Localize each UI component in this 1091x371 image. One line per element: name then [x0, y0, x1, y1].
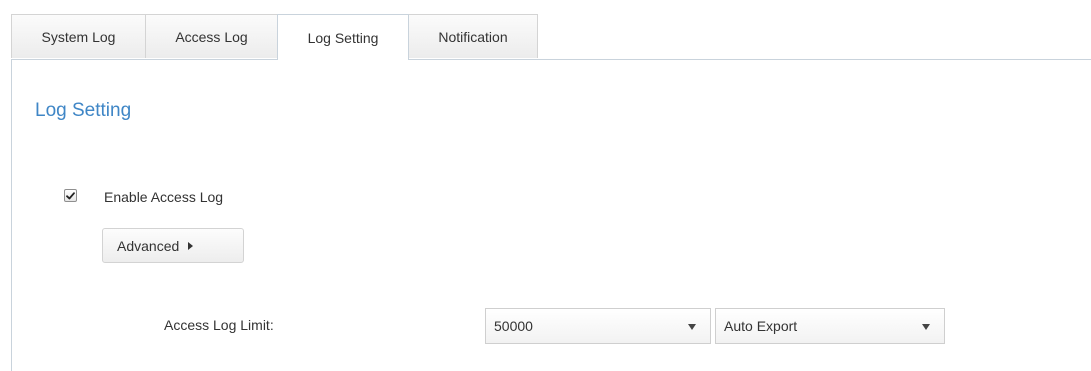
access-log-limit-label: Access Log Limit:: [164, 317, 274, 333]
dropdown-caret-icon: [922, 324, 930, 330]
advanced-button-label: Advanced: [117, 237, 180, 254]
tab-label: Log Setting: [307, 29, 379, 46]
tab-notification[interactable]: Notification: [408, 14, 538, 58]
tab-label: Notification: [438, 28, 508, 45]
advanced-button[interactable]: Advanced: [102, 228, 244, 263]
tab-system-log[interactable]: System Log: [11, 14, 146, 58]
limit-action-value: Auto Export: [724, 318, 798, 334]
access-log-limit-select[interactable]: 50000: [485, 308, 711, 344]
enable-access-log-label[interactable]: Enable Access Log: [104, 189, 223, 205]
checkmark-icon: [66, 191, 75, 199]
triangle-right-icon: [188, 241, 194, 250]
limit-action-select[interactable]: Auto Export: [715, 308, 945, 344]
tab-log-setting[interactable]: Log Setting: [277, 14, 409, 60]
tab-access-log[interactable]: Access Log: [145, 14, 278, 58]
enable-access-log-checkbox[interactable]: [64, 189, 77, 202]
content-panel-border: [11, 59, 12, 371]
access-log-limit-value: 50000: [494, 318, 533, 334]
tab-label: Access Log: [175, 28, 248, 45]
section-title: Log Setting: [35, 100, 132, 121]
dropdown-caret-icon: [688, 324, 696, 330]
tab-bar: System Log Access Log Log Setting Notifi…: [11, 14, 1091, 60]
tab-label: System Log: [41, 28, 116, 45]
